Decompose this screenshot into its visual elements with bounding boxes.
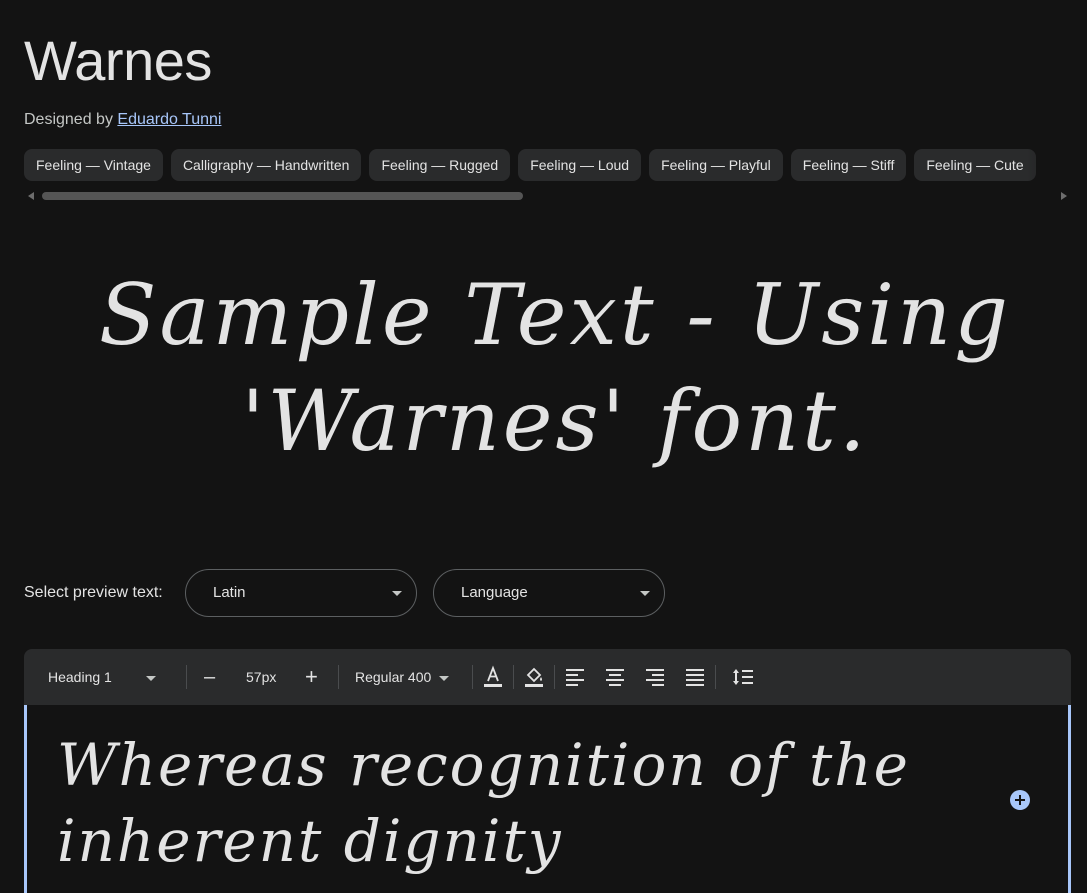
line-height-icon	[733, 669, 753, 685]
line-height-button[interactable]	[730, 664, 756, 690]
align-left-icon	[566, 669, 584, 686]
sample-text-preview: Sample Text - Using 'Warnes' font.	[98, 266, 1012, 470]
designer-line: Designed by Eduardo Tunni	[24, 111, 221, 129]
font-weight-value: Regular 400	[355, 669, 432, 685]
designer-link[interactable]: Eduardo Tunni	[117, 111, 221, 128]
tag-chip[interactable]: Feeling — Loud	[518, 149, 642, 181]
toolbar-divider	[472, 665, 473, 689]
script-select[interactable]: Latin	[185, 569, 417, 617]
toolbar-divider	[715, 665, 716, 689]
preview-editor[interactable]: Whereas recognition of the inherent dign…	[24, 705, 1071, 893]
font-size-value[interactable]: 57px	[246, 649, 276, 705]
align-center-icon	[606, 669, 624, 686]
align-center-button[interactable]	[602, 664, 628, 690]
script-select-value: Latin	[213, 584, 246, 601]
tag-chip[interactable]: Feeling — Cute	[914, 149, 1036, 181]
toolbar-divider	[513, 665, 514, 689]
tag-list: Feeling — Vintage Calligraphy — Handwritt…	[24, 149, 1087, 183]
toolbar-divider	[186, 665, 187, 689]
tags-scrollbar[interactable]	[24, 190, 1071, 202]
designed-by-label: Designed by	[24, 111, 113, 128]
decrease-size-button[interactable]: –	[204, 649, 215, 705]
tag-chip[interactable]: Calligraphy — Handwritten	[170, 149, 362, 181]
tag-chip[interactable]: Feeling — Playful	[649, 149, 783, 181]
tag-chip[interactable]: Feeling — Stiff	[790, 149, 907, 181]
align-left-button[interactable]	[562, 664, 588, 690]
language-select-value: Language	[461, 584, 528, 601]
increase-size-button[interactable]: +	[305, 649, 318, 705]
scroll-thumb[interactable]	[42, 192, 523, 200]
align-right-icon	[646, 669, 664, 686]
language-select[interactable]: Language	[433, 569, 665, 617]
tag-chip[interactable]: Feeling — Rugged	[369, 149, 511, 181]
font-weight-select[interactable]: Regular 400	[355, 649, 450, 705]
font-title: Warnes	[24, 29, 212, 92]
chevron-down-icon	[439, 675, 450, 681]
tag-chip[interactable]: Feeling — Vintage	[24, 149, 163, 181]
scroll-left-arrow-icon[interactable]	[28, 192, 34, 200]
chevron-down-icon	[145, 675, 156, 681]
text-style-value: Heading 1	[48, 669, 112, 685]
text-style-select[interactable]: Heading 1	[48, 649, 156, 705]
highlight-color-button[interactable]	[521, 664, 547, 690]
chevron-down-icon	[392, 591, 402, 596]
add-button[interactable]	[1010, 790, 1030, 810]
fill-color-icon	[525, 667, 543, 687]
text-color-button[interactable]	[480, 664, 506, 690]
scroll-right-arrow-icon[interactable]	[1061, 192, 1067, 200]
plus-icon	[1015, 795, 1025, 805]
align-justify-icon	[686, 669, 704, 686]
align-right-button[interactable]	[642, 664, 668, 690]
toolbar-divider	[554, 665, 555, 689]
text-color-icon	[484, 665, 502, 687]
align-justify-button[interactable]	[682, 664, 708, 690]
editor-toolbar: Heading 1 – 57px + Regular 400	[24, 649, 1071, 705]
editor-text[interactable]: Whereas recognition of the inherent dign…	[57, 727, 957, 879]
chevron-down-icon	[640, 591, 650, 596]
toolbar-divider	[338, 665, 339, 689]
preview-text-label: Select preview text:	[24, 584, 163, 601]
